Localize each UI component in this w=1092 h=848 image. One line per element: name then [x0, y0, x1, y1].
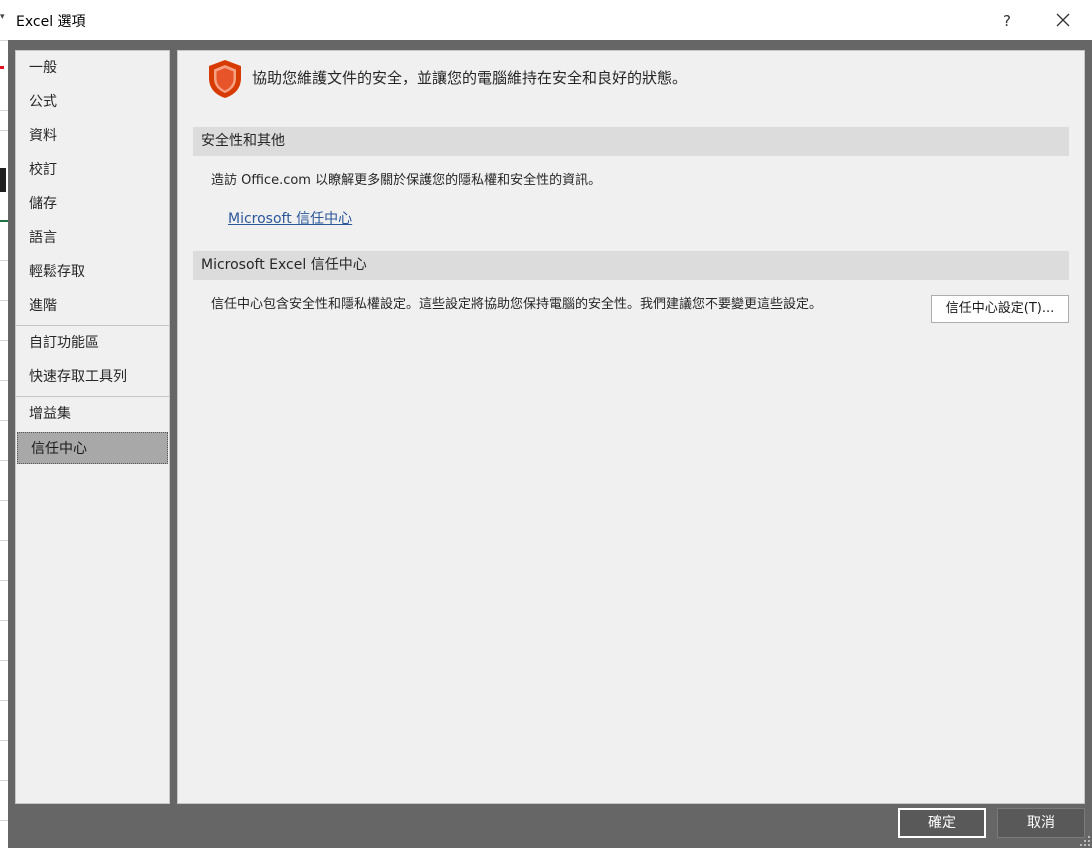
nav-item-data[interactable]: 資料: [16, 120, 169, 152]
nav-divider: [16, 396, 169, 397]
nav-item-trust-center[interactable]: 信任中心: [17, 432, 168, 464]
cancel-button[interactable]: 取消: [997, 808, 1085, 838]
nav-item-accessibility[interactable]: 輕鬆存取: [16, 256, 169, 288]
nav-item-proofing[interactable]: 校訂: [16, 154, 169, 186]
trust-center-description: 信任中心包含安全性和隱私權設定。這些設定將協助您保持電腦的安全性。我們建議您不要…: [211, 297, 823, 312]
trust-center-settings-button[interactable]: 信任中心設定(T)...: [931, 295, 1069, 323]
title-bar[interactable]: Excel 選項 ?: [8, 3, 1092, 40]
shield-icon: [209, 60, 241, 98]
sheet-cell-highlight: [0, 220, 8, 222]
nav-item-save[interactable]: 儲存: [16, 188, 169, 220]
close-icon: [1056, 13, 1070, 27]
nav-divider: [16, 325, 169, 326]
options-nav: 一般 公式 資料 校訂 儲存 語言 輕鬆存取 進階 自訂功能區 快速存取工具列 …: [15, 50, 170, 804]
nav-item-language[interactable]: 語言: [16, 222, 169, 254]
nav-item-customize-ribbon[interactable]: 自訂功能區: [16, 327, 169, 359]
help-button[interactable]: ?: [994, 8, 1020, 34]
security-description: 造訪 Office.com 以瞭解更多關於保護您的隱私權和安全性的資訊。: [211, 173, 602, 188]
nav-item-advanced[interactable]: 進階: [16, 290, 169, 322]
resize-grip-icon[interactable]: [1080, 836, 1090, 846]
chevron-down-icon: ▾: [0, 12, 5, 22]
trust-center-panel: 協助您維護文件的安全，並讓您的電腦維持在安全和良好的狀態。 安全性和其他 造訪 …: [177, 50, 1085, 804]
excel-options-dialog: Excel 選項 ? 一般 公式 資料 校訂 儲存 語言 輕鬆存取 進階 自訂功…: [8, 3, 1092, 848]
nav-item-quick-access-toolbar[interactable]: 快速存取工具列: [16, 361, 169, 393]
section-header-security: 安全性和其他: [193, 127, 1069, 156]
panel-header-text: 協助您維護文件的安全，並讓您的電腦維持在安全和良好的狀態。: [252, 69, 688, 87]
ok-button[interactable]: 確定: [898, 808, 986, 838]
dialog-title: Excel 選項: [16, 14, 86, 30]
trust-center-link[interactable]: Microsoft 信任中心: [228, 208, 352, 228]
nav-item-formulas[interactable]: 公式: [16, 86, 169, 118]
sheet-dark-cell: [0, 168, 6, 192]
nav-item-general[interactable]: 一般: [16, 52, 169, 84]
sheet-marker: [0, 66, 4, 69]
section-header-trust-center: Microsoft Excel 信任中心: [193, 251, 1069, 280]
nav-item-add-ins[interactable]: 增益集: [16, 398, 169, 430]
close-button[interactable]: [1048, 8, 1078, 34]
